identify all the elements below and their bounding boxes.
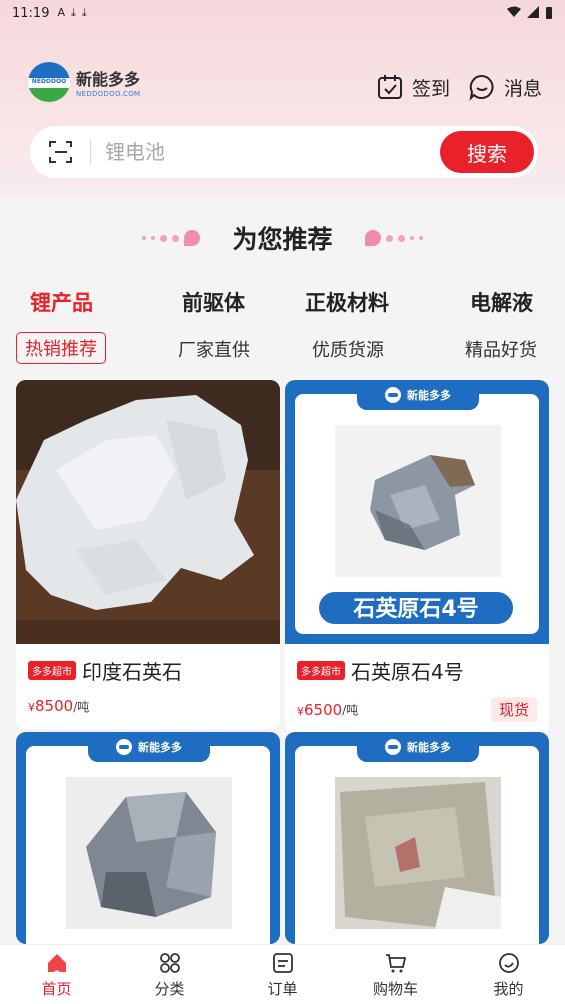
price-unit: /吨 <box>342 703 359 717</box>
checkin-button[interactable]: 签到 <box>376 73 450 101</box>
logo-domain: NEDDODOO.COM <box>76 90 141 98</box>
app-logo: NEDODOO 新能多多 NEDDODOO.COM <box>28 62 140 102</box>
section-title: 为您推荐 <box>232 225 333 254</box>
bottom-nav: 首页 分类 订单 购物车 我的 <box>0 944 565 1004</box>
product-image: 新能多多 <box>285 732 549 944</box>
messages-label: 消息 <box>504 77 543 100</box>
status-notification-icons: A ⤓ ⤓ <box>57 6 86 20</box>
flower-icon <box>184 230 201 246</box>
signal-icon <box>527 6 539 18</box>
nav-home[interactable]: 首页 <box>0 945 113 1004</box>
battery-icon <box>546 7 552 19</box>
calendar-check-icon <box>378 75 402 99</box>
brand-logo-icon <box>385 739 401 755</box>
price-unit: /吨 <box>73 699 90 714</box>
frame-brand: 新能多多 <box>357 732 479 762</box>
download-icon: ⤓ <box>81 6 87 19</box>
status-bar: 11:19 A ⤓ ⤓ <box>0 0 565 26</box>
product-card[interactable]: 新能多多 <box>16 732 280 944</box>
stone-photo <box>335 777 501 929</box>
brand-logo-icon <box>385 387 401 403</box>
subtab-quality-source[interactable]: 优质货源 <box>312 336 384 362</box>
search-button[interactable]: 搜索 <box>440 131 534 173</box>
wifi-icon <box>507 6 521 17</box>
nav-profile-label: 我的 <box>493 979 524 998</box>
subtab-hot-sale[interactable]: 热销推荐 <box>16 332 106 364</box>
search-bar: 搜索 <box>30 126 538 178</box>
decor-left <box>142 230 201 246</box>
subtab-premium-goods[interactable]: 精品好货 <box>465 336 537 362</box>
tab-electrolyte[interactable]: 电解液 <box>470 287 533 317</box>
product-card[interactable]: 新能多多 石英原石4号 多多超市 石英原石4号 ¥6500 /吨 现货 <box>285 380 549 736</box>
product-card[interactable]: 多多超市 印度石英石 ¥8500 /吨 <box>16 380 280 729</box>
category-icon <box>159 952 180 973</box>
product-image <box>16 380 280 644</box>
nav-category-label: 分类 <box>154 979 185 998</box>
stone-photo <box>66 777 232 929</box>
stone-photo <box>335 425 501 577</box>
message-bubble-icon <box>469 74 494 101</box>
nav-cart[interactable]: 购物车 <box>339 945 452 1004</box>
download-icon: ⤓ <box>71 6 76 19</box>
logo-name: 新能多多 <box>76 70 141 89</box>
decor-right <box>364 230 423 246</box>
product-price: ¥8500 <box>28 697 74 715</box>
checkin-label: 签到 <box>412 77 451 100</box>
nav-profile[interactable]: 我的 <box>452 945 565 1004</box>
frame-label: 石英原石4号 <box>317 590 515 626</box>
logo-mark-icon: NEDODOO <box>28 62 70 102</box>
recommend-title-row: 为您推荐 <box>0 220 565 256</box>
nav-cart-label: 购物车 <box>372 979 418 998</box>
frame-brand: 新能多多 <box>357 380 479 410</box>
nav-order-label: 订单 <box>267 979 298 998</box>
cart-icon <box>385 953 406 972</box>
profile-icon <box>498 952 519 973</box>
product-price: ¥6500 <box>297 700 343 719</box>
tab-precursor[interactable]: 前驱体 <box>182 287 245 317</box>
product-title: 石英原石4号 <box>351 660 464 684</box>
notification-a-icon: A <box>57 6 65 19</box>
scan-icon[interactable] <box>48 139 74 165</box>
nav-category[interactable]: 分类 <box>113 945 226 1004</box>
home-icon <box>47 953 66 972</box>
search-divider <box>90 139 91 165</box>
tab-lithium-products[interactable]: 锂产品 <box>30 287 93 317</box>
frame-brand: 新能多多 <box>88 732 210 762</box>
sub-tabs: 热销推荐 厂家直供 优质货源 精品好货 <box>0 332 565 366</box>
order-icon <box>272 952 293 973</box>
header: NEDODOO 新能多多 NEDDODOO.COM 签到 消息 搜索 <box>0 0 565 197</box>
nav-order[interactable]: 订单 <box>226 945 339 1004</box>
messages-button[interactable]: 消息 <box>468 73 542 101</box>
status-system-icons <box>507 6 553 20</box>
in-stock-badge: 现货 <box>490 697 537 722</box>
status-time: 11:19 <box>12 5 50 21</box>
search-input[interactable] <box>105 140 440 164</box>
flower-icon <box>364 230 381 246</box>
quartz-photo <box>16 380 280 644</box>
subtab-factory-direct[interactable]: 厂家直供 <box>178 336 250 362</box>
store-badge: 多多超市 <box>28 661 76 680</box>
product-card[interactable]: 新能多多 <box>285 732 549 944</box>
tab-cathode-material[interactable]: 正极材料 <box>305 287 389 317</box>
product-image: 新能多多 <box>16 732 280 944</box>
category-tabs: 锂产品 前驱体 正极材料 电解液 <box>0 285 565 319</box>
product-image: 新能多多 石英原石4号 <box>285 380 549 644</box>
product-title: 印度石英石 <box>82 660 182 684</box>
store-badge: 多多超市 <box>297 661 345 680</box>
nav-home-label: 首页 <box>41 979 72 998</box>
brand-logo-icon <box>116 739 132 755</box>
